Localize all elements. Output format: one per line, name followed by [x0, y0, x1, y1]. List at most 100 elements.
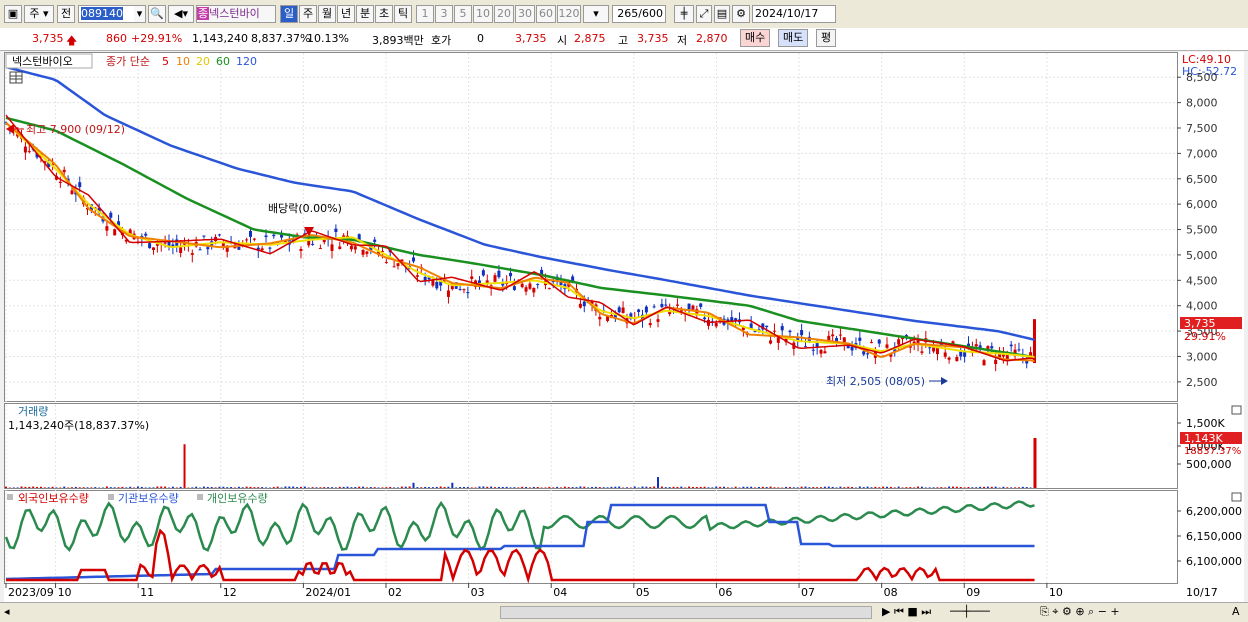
- volume-bar: [428, 487, 430, 488]
- period-tick[interactable]: 틱: [394, 5, 412, 23]
- interval-3[interactable]: 3: [435, 5, 453, 23]
- hoga-price: 3,735: [515, 32, 547, 45]
- stock-chart[interactable]: 넥스턴바이오 종가 단순 5 10 20 60 120 LC:49.10 HC:…: [4, 52, 1244, 602]
- volume-bar: [172, 487, 174, 488]
- volume-bar: [665, 487, 667, 488]
- volume-bar: [696, 487, 698, 488]
- candle-type-icon[interactable]: ╪: [674, 5, 694, 23]
- x-tick: 04: [553, 586, 567, 599]
- x-tick: 07: [801, 586, 815, 599]
- legend-swatch-inst: [108, 494, 114, 500]
- period-week[interactable]: 주: [299, 5, 317, 23]
- add-tool-icon[interactable]: A: [1232, 605, 1240, 618]
- volume-bar: [152, 487, 154, 488]
- period-minute[interactable]: 분: [356, 5, 374, 23]
- quote-change-pct: +29.91%: [131, 32, 182, 45]
- volume-bar: [215, 487, 217, 488]
- volume-bar: [661, 487, 663, 488]
- volume-bar: [529, 487, 531, 488]
- volume-bar: [680, 487, 682, 488]
- zoom-slider[interactable]: ──┼───: [950, 605, 990, 618]
- volume-bar: [762, 487, 764, 488]
- interval-20[interactable]: 20: [494, 5, 514, 23]
- hoga-label: 호가: [431, 32, 451, 48]
- count-input[interactable]: 265/600: [612, 5, 666, 23]
- holdings-close-icon[interactable]: [1232, 493, 1241, 501]
- interval-10[interactable]: 10: [473, 5, 493, 23]
- volume-title: 거래량: [18, 405, 48, 418]
- scroll-thumb[interactable]: [500, 606, 872, 619]
- volume-bar: [129, 487, 131, 488]
- interval-60[interactable]: 60: [536, 5, 556, 23]
- volume-bar: [676, 487, 678, 488]
- interval-5[interactable]: 5: [454, 5, 472, 23]
- volume-bar: [277, 487, 279, 488]
- quote-amount: 3,893백만: [372, 32, 424, 48]
- quote-vol-pct: 8,837.37%: [251, 32, 310, 45]
- window-menu-icon[interactable]: ▣: [4, 5, 22, 23]
- volume-bar: [700, 487, 702, 488]
- buy-button[interactable]: 매수: [740, 29, 770, 47]
- volume-bar: [281, 487, 283, 488]
- scroll-left-icon[interactable]: ◂: [4, 605, 10, 618]
- volume-bar: [451, 483, 453, 488]
- holdings-tick: 6,100,000: [1186, 555, 1242, 568]
- sell-button[interactable]: 매도: [778, 29, 808, 47]
- volume-bar: [673, 487, 675, 488]
- stock-name-field[interactable]: 종넥스턴바이: [196, 5, 276, 23]
- play-icon[interactable]: ▶ ⏮ ■ ⏭: [882, 605, 931, 619]
- scroll-bar[interactable]: ◂ ▶ ⏮ ■ ⏭ ──┼─── ⎘ ⌖ ⚙ ⊕ ⌕ − + A: [0, 602, 1248, 622]
- interval-120[interactable]: 120: [557, 5, 581, 23]
- price-tick: 2,500: [1186, 376, 1218, 389]
- holdings-axis: 6,200,0006,150,0006,100,000: [1177, 505, 1242, 568]
- interval-1[interactable]: 1: [416, 5, 434, 23]
- volume-bar: [71, 487, 73, 488]
- last-volume-pct: 18837.37%: [1184, 446, 1241, 457]
- volume-bar: [87, 487, 89, 488]
- volume-bar: [917, 487, 919, 488]
- volume-bar: [936, 487, 938, 488]
- volume-bar: [28, 487, 30, 488]
- volume-bar: [1030, 487, 1032, 488]
- volume-bar: [933, 487, 935, 488]
- volume-bar: [921, 487, 923, 488]
- volume-bar: [343, 487, 345, 488]
- save-icon[interactable]: ▤: [714, 5, 730, 23]
- interval-30[interactable]: 30: [515, 5, 535, 23]
- inst-legend: 기관보유수량: [118, 492, 179, 505]
- market-select[interactable]: 주 ▾: [24, 5, 54, 23]
- last-pct-label: 29.91%: [1184, 330, 1226, 343]
- volume-bar: [836, 487, 838, 488]
- speaker-icon[interactable]: ◀▾: [168, 5, 194, 23]
- volume-bar: [925, 487, 927, 488]
- volume-bar: [521, 487, 523, 488]
- period-second[interactable]: 초: [375, 5, 393, 23]
- price-tick: 4,000: [1186, 300, 1218, 313]
- interval-dropdown[interactable]: ▾: [583, 5, 609, 23]
- volume-bar: [874, 487, 876, 488]
- volume-bar: [614, 487, 616, 488]
- period-day[interactable]: 일: [280, 5, 298, 23]
- volume-bar: [607, 487, 609, 488]
- volume-bar: [195, 487, 197, 488]
- search-icon[interactable]: 🔍: [148, 5, 166, 23]
- gear-icon[interactable]: ⚙: [732, 5, 750, 23]
- volume-close-icon[interactable]: [1232, 406, 1241, 414]
- volume-bar: [366, 487, 368, 488]
- prefix-button[interactable]: 전: [57, 5, 75, 23]
- code-dropdown-icon[interactable]: ▾: [134, 5, 146, 23]
- volume-bar: [1026, 487, 1028, 488]
- holdings-tick: 6,150,000: [1186, 530, 1242, 543]
- tool-icons[interactable]: ⎘ ⌖ ⚙ ⊕ ⌕ − +: [1040, 605, 1120, 619]
- volume-bar: [1002, 487, 1004, 488]
- volume-bar: [90, 487, 92, 488]
- volume-bar: [913, 487, 915, 488]
- zoom-icon[interactable]: ⤢: [696, 5, 712, 23]
- period-month[interactable]: 월: [318, 5, 336, 23]
- volume-bar: [374, 487, 376, 488]
- period-year[interactable]: 년: [337, 5, 355, 23]
- legend-swatch-retail: [197, 494, 203, 500]
- date-input[interactable]: 2024/10/17: [752, 5, 836, 23]
- volume-bar: [498, 487, 500, 488]
- eval-button[interactable]: 평: [816, 29, 836, 47]
